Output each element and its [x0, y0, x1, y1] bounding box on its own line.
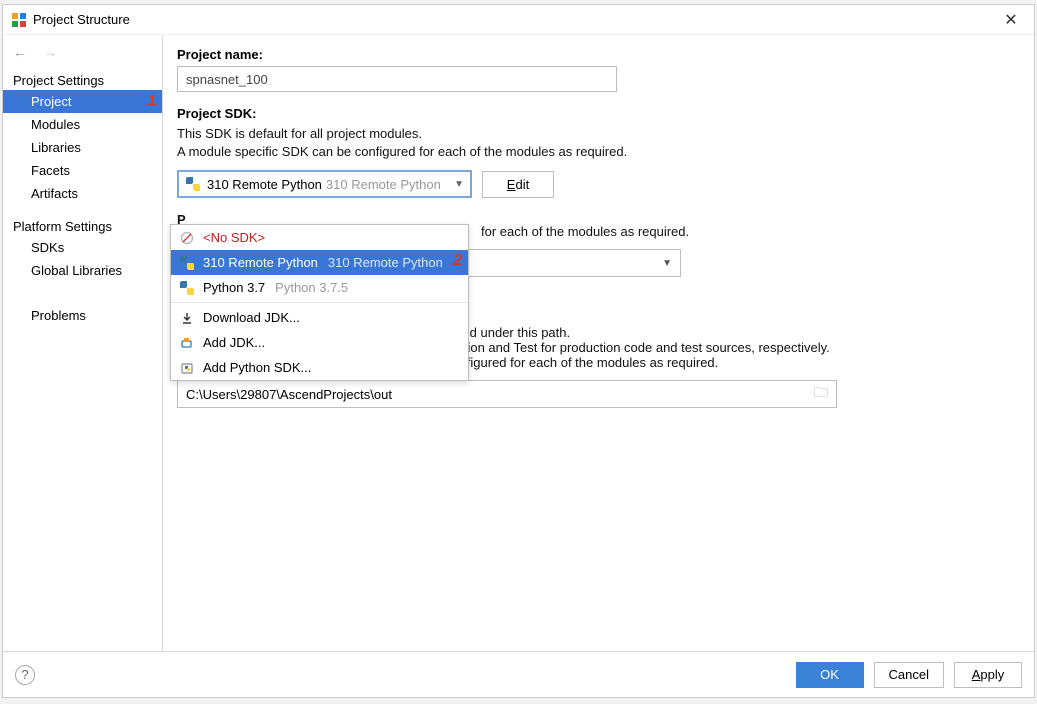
sidebar-item-label: Modules [31, 117, 80, 132]
chevron-down-icon: ▼ [662, 258, 672, 269]
dropdown-item-label: <No SDK> [203, 230, 265, 245]
sidebar-item-facets[interactable]: Facets [3, 159, 162, 182]
download-icon [179, 310, 195, 326]
sidebar-item-label: Global Libraries [31, 263, 122, 278]
sidebar-item-libraries[interactable]: Libraries [3, 136, 162, 159]
titlebar: Project Structure ✕ [3, 5, 1034, 35]
no-sdk-icon [179, 230, 195, 246]
close-button[interactable]: ✕ [996, 10, 1026, 30]
annotation-1: 1 [148, 92, 156, 109]
section-header-project-settings: Project Settings [3, 65, 162, 90]
sidebar-item-modules[interactable]: Modules [3, 113, 162, 136]
dropdown-item-sublabel: Python 3.7.5 [275, 280, 348, 295]
edit-sdk-button[interactable]: Edit [482, 171, 554, 198]
compiler-output-path-value: C:\Users\29807\AscendProjects\out [186, 387, 392, 402]
sidebar-item-label: SDKs [31, 240, 64, 255]
sidebar-item-project[interactable]: Project 1 [3, 90, 162, 113]
sidebar-item-artifacts[interactable]: Artifacts [3, 182, 162, 205]
folder-icon[interactable]: 🗀 [814, 382, 828, 406]
jdk-icon [179, 335, 195, 351]
compiler-output-path-input[interactable]: C:\Users\29807\AscendProjects\out 🗀 [177, 380, 837, 408]
dropdown-item-label: 310 Remote Python [203, 255, 318, 270]
sidebar-item-global-libraries[interactable]: Global Libraries [3, 259, 162, 282]
main-panel: Project name: Project SDK: This SDK is d… [163, 35, 1034, 651]
dropdown-item-python-37[interactable]: Python 3.7 Python 3.7.5 [171, 275, 468, 300]
sdk-description-line2: A module specific SDK can be configured … [177, 143, 1020, 161]
ok-button[interactable]: OK [796, 662, 864, 688]
sidebar-item-problems[interactable]: Problems [3, 304, 162, 327]
dropdown-item-label: Add JDK... [203, 335, 265, 350]
annotation-2: 2 [453, 252, 462, 270]
forward-button[interactable]: → [39, 42, 61, 62]
sidebar-item-label: Project [31, 94, 71, 109]
apply-button[interactable]: Apply [954, 662, 1022, 688]
sdk-selected-name: 310 Remote Python [207, 177, 322, 192]
sidebar: ← → Project Settings Project 1 Modules L… [3, 35, 163, 651]
back-button[interactable]: ← [9, 42, 31, 62]
dropdown-item-label: Python 3.7 [203, 280, 265, 295]
dropdown-item-310-remote-python[interactable]: 310 Remote Python 310 Remote Python 2 [171, 250, 468, 275]
python-icon [179, 255, 195, 271]
python-sdk-icon [179, 360, 195, 376]
dropdown-item-add-python-sdk[interactable]: Add Python SDK... [171, 355, 468, 380]
sdk-description-line1: This SDK is default for all project modu… [177, 125, 1020, 143]
section-header-platform-settings: Platform Settings [3, 211, 162, 236]
lang-desc-partial-right: for each of the modules as required. [481, 224, 1020, 239]
dropdown-item-sublabel: 310 Remote Python [328, 255, 443, 270]
project-name-label: Project name: [177, 47, 1020, 62]
dropdown-item-label: Download JDK... [203, 310, 300, 325]
help-button[interactable]: ? [15, 665, 35, 685]
dialog-body: ← → Project Settings Project 1 Modules L… [3, 35, 1034, 651]
chevron-down-icon: ▼ [454, 179, 464, 190]
project-sdk-label: Project SDK: [177, 106, 1020, 121]
sidebar-item-label: Artifacts [31, 186, 78, 201]
dropdown-separator [171, 302, 468, 303]
sidebar-item-label: Problems [31, 308, 86, 323]
dropdown-item-label: Add Python SDK... [203, 360, 311, 375]
python-icon [179, 280, 195, 296]
project-name-input[interactable] [177, 66, 617, 92]
sidebar-item-sdks[interactable]: SDKs [3, 236, 162, 259]
app-icon [11, 12, 27, 28]
project-structure-dialog: Project Structure ✕ ← → Project Settings… [2, 4, 1035, 698]
dialog-title: Project Structure [33, 12, 996, 27]
sdk-selected-sub: 310 Remote Python [326, 177, 441, 192]
sdk-dropdown-panel: <No SDK> 310 Remote Python 310 Remote Py… [170, 224, 469, 381]
sidebar-item-label: Libraries [31, 140, 81, 155]
dropdown-item-no-sdk[interactable]: <No SDK> [171, 225, 468, 250]
dialog-footer: ? OK Cancel Apply [3, 651, 1034, 697]
sidebar-item-label: Facets [31, 163, 70, 178]
dropdown-item-add-jdk[interactable]: Add JDK... [171, 330, 468, 355]
nav-buttons: ← → [3, 35, 162, 65]
cancel-button[interactable]: Cancel [874, 662, 944, 688]
dropdown-item-download-jdk[interactable]: Download JDK... [171, 305, 468, 330]
python-icon [185, 176, 201, 192]
project-sdk-dropdown[interactable]: 310 Remote Python 310 Remote Python ▼ [177, 170, 472, 198]
